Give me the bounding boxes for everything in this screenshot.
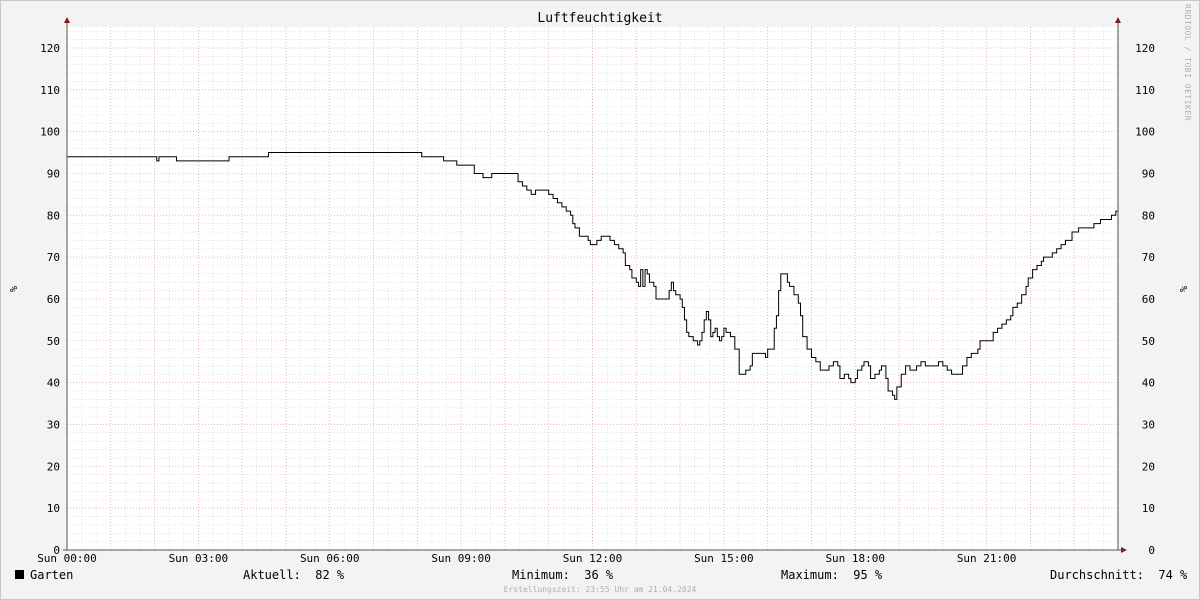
y-tick-label-right: 30	[1142, 418, 1155, 431]
y-tick-label-left: 50	[47, 335, 60, 348]
y-tick-label-left: 70	[47, 251, 60, 264]
x-tick-label: Sun 09:00	[431, 552, 491, 565]
y-tick-label-right: 100	[1135, 126, 1155, 139]
x-tick-label: Sun 06:00	[300, 552, 360, 565]
legend-maximum: Maximum: 95 %	[781, 568, 883, 582]
x-tick-label: Sun 21:00	[957, 552, 1017, 565]
y-tick-label-left: 80	[47, 209, 60, 222]
y-tick-label-right: 50	[1142, 335, 1155, 348]
legend-swatch	[15, 570, 24, 579]
y-tick-label-right: 40	[1142, 377, 1155, 390]
chart-svg: 0 010 1020 2030 3040 4050 5060 6070 7080 8090 9010…	[7, 17, 1188, 565]
y-tick-label-left: 10	[47, 502, 60, 515]
y-tick-label-right: 120	[1135, 42, 1155, 55]
rrdtool-credit: RRDTOOL / TOBI OETIKER	[1183, 4, 1192, 121]
y-tick-label-left: 40	[47, 377, 60, 390]
x-tick-label: Sun 03:00	[169, 552, 229, 565]
y-tick-label-right: 90	[1142, 167, 1155, 180]
y-tick-label-left: 110	[40, 84, 60, 97]
x-tick-label: Sun 18:00	[825, 552, 885, 565]
y-tick-label-left: 20	[47, 460, 60, 473]
y-tick-label-right: 70	[1142, 251, 1155, 264]
legend-minimum: Minimum: 36 %	[512, 568, 614, 582]
y-tick-label-left: 60	[47, 293, 60, 306]
y-tick-label-right: 80	[1142, 209, 1155, 222]
y-tick-label-left: 90	[47, 167, 60, 180]
creation-timestamp: Erstellungszeit: 23:55 Uhr am 21.04.2024	[503, 585, 697, 594]
y-tick-label-left: 100	[40, 126, 60, 139]
legend-current: Aktuell: 82 %	[243, 568, 345, 582]
y-tick-label-right: 10	[1142, 502, 1155, 515]
x-tick-label: Sun 00:00	[37, 552, 97, 565]
y-axis-unit-left: %	[7, 286, 18, 292]
legend-series-name: Garten	[30, 568, 74, 582]
x-tick-label: Sun 12:00	[563, 552, 623, 565]
x-tick-label: Sun 15:00	[694, 552, 754, 565]
x-axis-arrow	[1121, 547, 1127, 553]
y-tick-label-left: 30	[47, 418, 60, 431]
y-tick-label-right: 60	[1142, 293, 1155, 306]
y-tick-label-left: 120	[40, 42, 60, 55]
chart-title: Luftfeuchtigkeit	[537, 11, 663, 26]
y-tick-label-right: 110	[1135, 84, 1155, 97]
y-axis-unit-right: %	[1177, 286, 1188, 292]
y-tick-label-right: 0	[1148, 544, 1155, 557]
y-tick-label-right: 20	[1142, 460, 1155, 473]
legend-average: Durchschnitt: 74 %	[1050, 568, 1188, 582]
